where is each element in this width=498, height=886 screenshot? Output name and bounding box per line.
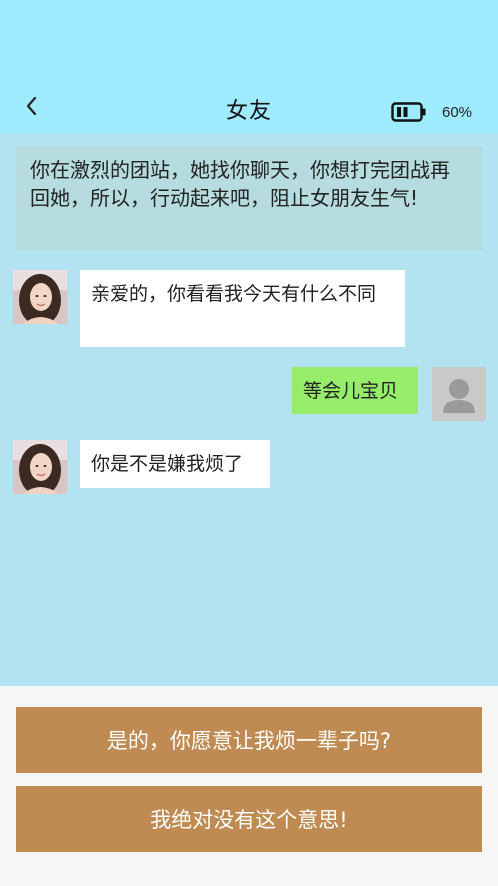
- app-header: 女友 60%: [0, 0, 498, 134]
- girlfriend-avatar[interactable]: [13, 440, 67, 494]
- choices-panel: 是的，你愿意让我烦一辈子吗? 我绝对没有这个意思!: [0, 686, 498, 886]
- default-avatar-icon: [443, 379, 475, 413]
- battery-icon: [391, 101, 427, 123]
- scenario-banner: 你在激烈的团站，她找你聊天，你想打完团战再回她，所以，行动起来吧，阻止女朋友生气…: [16, 146, 482, 250]
- user-avatar[interactable]: [432, 367, 486, 421]
- girlfriend-avatar[interactable]: [13, 270, 67, 324]
- choice-button-1[interactable]: 是的，你愿意让我烦一辈子吗?: [16, 707, 482, 773]
- choice-button-2[interactable]: 我绝对没有这个意思!: [16, 786, 482, 852]
- message-bubble-received: 亲爱的，你看看我今天有什么不同: [80, 270, 405, 347]
- message-bubble-sent: 等会儿宝贝: [292, 367, 418, 414]
- battery-percent: 60%: [442, 104, 473, 121]
- message-bubble-received: 你是不是嫌我烦了: [80, 440, 270, 488]
